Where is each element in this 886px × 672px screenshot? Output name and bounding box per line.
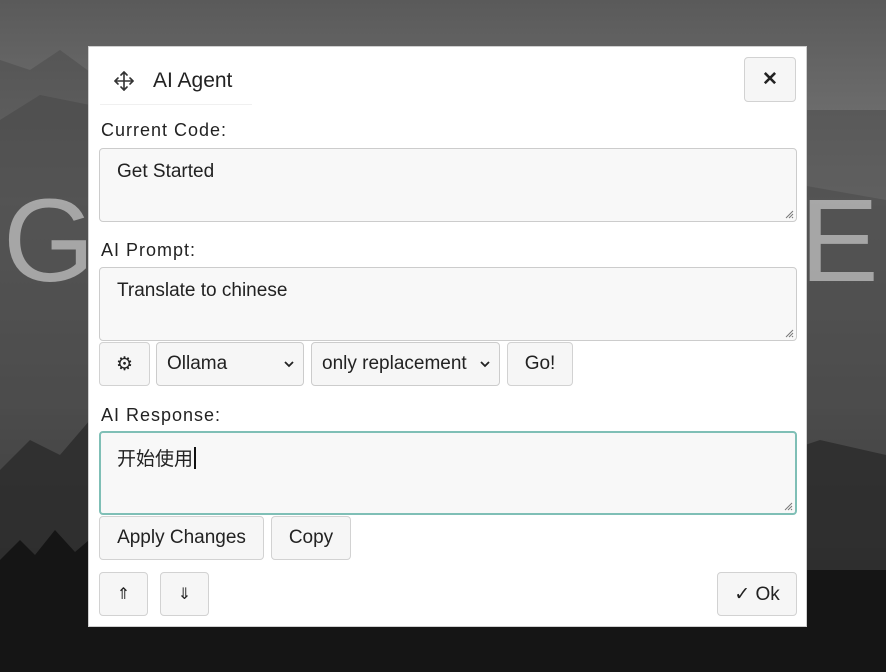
ai-prompt-text: Translate to chinese: [117, 280, 288, 301]
go-button[interactable]: Go!: [507, 342, 573, 386]
resize-grip-icon[interactable]: [784, 209, 794, 219]
double-arrow-up-icon: ⇑: [116, 586, 131, 603]
ai-response-label: AI Response:: [101, 405, 222, 425]
resize-grip-icon[interactable]: [784, 328, 794, 338]
ai-response-text: 开始使用: [117, 449, 194, 470]
dialog-title: AI Agent: [153, 68, 233, 92]
ai-prompt-label: AI Prompt:: [101, 240, 197, 260]
text-cursor: [194, 447, 196, 469]
provider-select-value: Ollama: [167, 353, 228, 374]
move-up-button[interactable]: ⇑: [99, 572, 148, 616]
resize-grip-icon[interactable]: [783, 501, 793, 511]
settings-button[interactable]: ⚙: [99, 342, 150, 386]
apply-changes-button[interactable]: Apply Changes: [99, 516, 264, 560]
current-code-textarea[interactable]: Get Started: [99, 148, 797, 222]
chevron-down-icon: [480, 361, 490, 368]
ok-button[interactable]: ✓ Ok: [717, 572, 797, 616]
provider-select[interactable]: Ollama: [156, 342, 304, 386]
mode-select-value: only replacement: [322, 353, 467, 374]
background-letter-right: E: [800, 175, 879, 307]
ai-prompt-textarea[interactable]: Translate to chinese: [99, 267, 797, 341]
close-button[interactable]: ✕: [744, 57, 796, 102]
ai-agent-dialog: AI Agent ✕ Current Code: Get Started AI …: [88, 46, 807, 627]
current-code-text: Get Started: [117, 161, 215, 182]
move-arrows-icon[interactable]: [113, 70, 135, 92]
double-arrow-down-icon: ⇓: [177, 586, 192, 603]
dialog-titlebar[interactable]: AI Agent: [100, 57, 252, 105]
move-down-button[interactable]: ⇓: [160, 572, 209, 616]
ai-response-textarea[interactable]: 开始使用: [99, 431, 797, 515]
chevron-down-icon: [284, 361, 294, 368]
copy-button[interactable]: Copy: [271, 516, 351, 560]
background-letter-left: G: [3, 175, 95, 307]
current-code-label: Current Code:: [101, 120, 228, 140]
gear-icon: ⚙: [115, 353, 134, 375]
mode-select[interactable]: only replacement: [311, 342, 500, 386]
